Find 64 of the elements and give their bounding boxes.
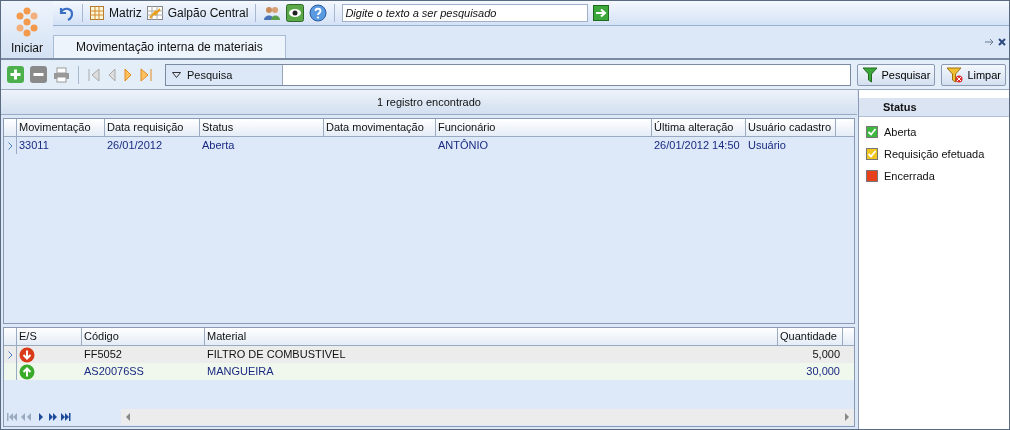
- legend-label: Encerrada: [884, 170, 935, 182]
- table-cell-text: FILTRO DE COMBUSTIVEL: [207, 347, 346, 362]
- column-header[interactable]: Funcionário: [436, 119, 652, 136]
- remove-icon[interactable]: [30, 66, 47, 83]
- legend-label: Requisição efetuada: [884, 148, 985, 160]
- scroll-right-icon[interactable]: [844, 413, 850, 421]
- record-count: 1 registro encontrado: [1, 90, 857, 115]
- spreadsheet-icon[interactable]: [146, 6, 163, 20]
- document-tab[interactable]: Movimentação interna de materiais: [53, 35, 286, 58]
- horizontal-scrollbar[interactable]: [121, 409, 854, 425]
- column-header[interactable]: Última alteração: [652, 119, 746, 136]
- undo-icon[interactable]: [57, 5, 75, 21]
- grid-icon[interactable]: [90, 6, 104, 20]
- branch-button[interactable]: Galpão Central: [167, 6, 249, 20]
- table-cell-text: 26/01/2012 14:50: [654, 138, 740, 153]
- table-cell-text: Aberta: [202, 138, 235, 153]
- table-cell-text: 26/01/2012: [107, 138, 163, 153]
- company-button[interactable]: Matriz: [109, 6, 142, 20]
- column-header[interactable]: Material: [205, 328, 778, 345]
- funnel-remove-icon: [946, 66, 965, 83]
- column-header[interactable]: Código: [82, 328, 205, 345]
- column-header[interactable]: Quantidade: [778, 328, 843, 345]
- next-icon[interactable]: [123, 67, 133, 82]
- table-cell-text: ANTÔNIO: [438, 138, 489, 153]
- table-cell-text: FF5052: [84, 347, 122, 362]
- first-icon[interactable]: [87, 67, 101, 82]
- eye-icon[interactable]: [286, 4, 305, 22]
- column-header[interactable]: Movimentação: [17, 119, 105, 136]
- help-icon[interactable]: [309, 4, 328, 22]
- row-pointer-icon: [7, 141, 13, 150]
- go-arrow-icon[interactable]: [593, 5, 610, 21]
- print-icon[interactable]: [53, 66, 70, 83]
- table-cell-text: 30,000: [806, 364, 840, 379]
- search-field[interactable]: Digite o texto a ser pesquisado: [342, 4, 589, 22]
- table-cell-text: 5,000: [812, 347, 840, 362]
- users-icon[interactable]: [263, 5, 282, 21]
- up-arrow-icon: [19, 363, 35, 380]
- legend-title: Status: [859, 98, 1009, 117]
- status-swatch-icon: [866, 170, 878, 182]
- search-button[interactable]: Pesquisar: [857, 63, 936, 86]
- row-pointer-icon: [7, 350, 13, 359]
- table-cell-text: AS20076SS: [84, 364, 144, 379]
- column-header[interactable]: E/S: [17, 328, 82, 345]
- column-header[interactable]: Data requisição: [105, 119, 200, 136]
- table-row[interactable]: AS20076SS MANGUEIRA 30,000: [4, 363, 854, 380]
- add-icon[interactable]: [7, 66, 24, 83]
- start-button[interactable]: Iniciar: [11, 41, 43, 55]
- scroll-left-icon[interactable]: [125, 413, 131, 421]
- funnel-icon: [862, 66, 879, 83]
- clear-button[interactable]: Limpar: [941, 63, 1006, 86]
- legend-label: Aberta: [884, 126, 917, 138]
- close-icon[interactable]: [998, 38, 1006, 46]
- status-swatch-icon: [866, 126, 878, 138]
- table-cell-text: MANGUEIRA: [207, 364, 274, 379]
- table-row[interactable]: FF5052 FILTRO DE COMBUSTIVEL 5,000: [4, 346, 854, 363]
- column-header[interactable]: Usuário cadastro: [746, 119, 836, 136]
- column-header[interactable]: Status: [200, 119, 324, 136]
- previous-icon[interactable]: [107, 67, 117, 82]
- table-cell-text: 33011: [19, 138, 49, 153]
- table-cell-text: Usuário: [748, 138, 786, 153]
- last-icon[interactable]: [139, 67, 153, 82]
- column-header[interactable]: Data movimentação: [324, 119, 436, 136]
- status-swatch-icon: [866, 148, 878, 160]
- down-arrow-icon: [19, 346, 35, 363]
